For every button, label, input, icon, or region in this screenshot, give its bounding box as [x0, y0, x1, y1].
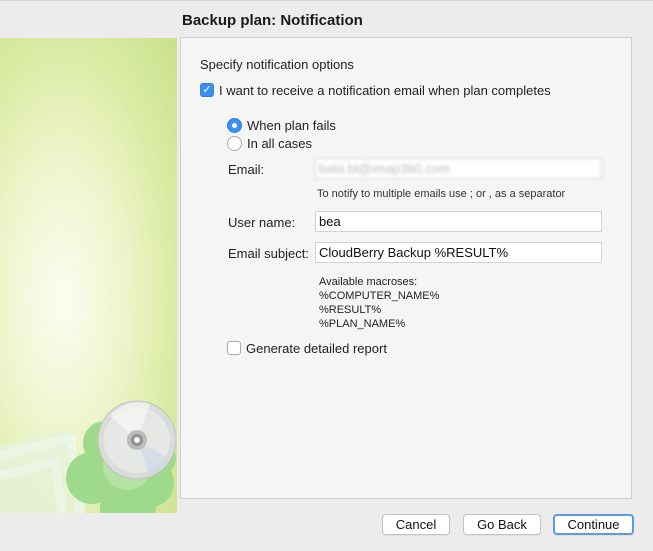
macro-item: %COMPUTER_NAME% — [319, 290, 440, 302]
cancel-button[interactable]: Cancel — [382, 514, 450, 535]
sidebar-artwork — [0, 38, 177, 513]
cd-disc-icon — [0, 400, 177, 513]
checkmark-icon: ✓ — [202, 84, 212, 96]
title-bar: Backup plan: Notification — [0, 0, 653, 38]
go-back-button[interactable]: Go Back — [463, 514, 541, 535]
macros-title: Available macroses: — [319, 276, 418, 288]
macro-item: %RESULT% — [319, 304, 382, 316]
radio-in-all-cases[interactable] — [227, 136, 242, 151]
detailed-report-checkbox[interactable] — [227, 341, 241, 355]
radio-when-plan-fails-label: When plan fails — [247, 118, 336, 133]
notify-checkbox-label: I want to receive a notification email w… — [219, 83, 551, 98]
username-field[interactable]: bea — [315, 211, 602, 232]
username-label: User name: — [228, 215, 296, 230]
email-hint: To notify to multiple emails use ; or , … — [317, 188, 566, 200]
window-title: Backup plan: Notification — [182, 12, 363, 29]
notification-options-panel: Specify notification options ✓ I want to… — [180, 37, 632, 499]
section-title: Specify notification options — [200, 57, 354, 72]
macros-list: Available macroses: %COMPUTER_NAME% %RES… — [319, 275, 439, 331]
email-field[interactable]: bata.bt@imap360.com — [315, 158, 602, 179]
detailed-report-label: Generate detailed report — [246, 341, 387, 356]
macro-item: %PLAN_NAME% — [319, 318, 406, 330]
email-label: Email: — [228, 162, 265, 177]
continue-button[interactable]: Continue — [553, 514, 634, 535]
radio-in-all-cases-label: In all cases — [247, 136, 313, 151]
notify-checkbox[interactable]: ✓ — [200, 83, 214, 97]
email-subject-label: Email subject: — [228, 246, 309, 261]
radio-when-plan-fails[interactable] — [227, 118, 242, 133]
email-subject-field[interactable]: CloudBerry Backup %RESULT% — [315, 242, 602, 263]
